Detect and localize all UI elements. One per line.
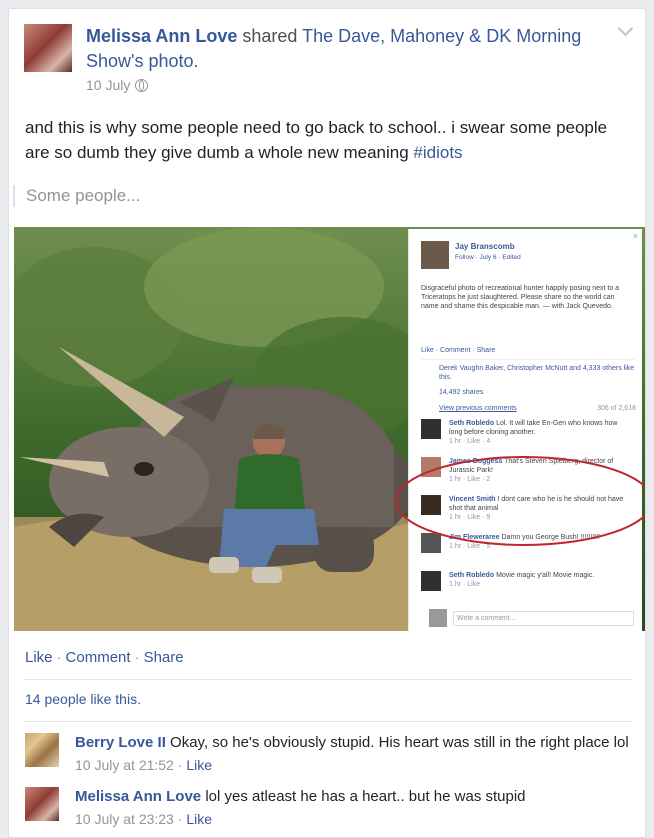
commenter-avatar[interactable]	[25, 733, 59, 767]
share-button[interactable]: Share	[144, 649, 184, 666]
shot-count: 306 of 2,618	[597, 405, 636, 412]
chevron-down-icon[interactable]	[617, 20, 634, 37]
post-date-text[interactable]: 10 July	[86, 77, 130, 93]
shot-view-previous: View previous comments	[439, 405, 517, 412]
post-header: Melissa Ann Love shared The Dave, Mahone…	[86, 24, 606, 74]
post-date: 10 July	[86, 77, 149, 93]
post-actions: Like · Comment · Share	[25, 649, 184, 666]
comment-text: Okay, so he's obviously stupid. His hear…	[170, 734, 629, 751]
poster-avatar	[421, 241, 449, 269]
close-icon: ×	[632, 231, 638, 241]
divider	[25, 679, 631, 680]
shot-actions: Like · Comment · Share	[421, 347, 496, 354]
globe-icon	[135, 79, 149, 92]
shared-photo[interactable]: × Jay Branscomb Follow · July 6 · Edited…	[14, 227, 645, 631]
shot-write-comment: Write a comment...	[453, 611, 634, 626]
poster-name: Jay Branscomb	[455, 242, 515, 251]
shot-likes: Derek Vaughn Baker, Christopher McNutt a…	[439, 365, 635, 381]
post-card: Melissa Ann Love shared The Dave, Mahone…	[8, 8, 646, 838]
hashtag-link[interactable]: #idiots	[413, 143, 462, 162]
like-button[interactable]: Like	[25, 649, 53, 666]
commenter-avatar[interactable]	[25, 787, 59, 821]
shared-verb: shared	[237, 26, 303, 46]
post-message: and this is why some people need to go b…	[25, 115, 615, 165]
author-link[interactable]: Melissa Ann Love	[86, 26, 237, 46]
shot-shares: 14,492 shares	[439, 389, 484, 396]
comment-author[interactable]: Melissa Ann Love	[75, 788, 201, 805]
embedded-facebook-screenshot: × Jay Branscomb Follow · July 6 · Edited…	[408, 229, 642, 631]
comment-like-button[interactable]: Like	[186, 757, 212, 773]
photo-link[interactable]: 's photo.	[131, 51, 198, 71]
likes-summary[interactable]: 14 people like this.	[25, 691, 141, 707]
comment-author[interactable]: Berry Love II	[75, 734, 166, 751]
comment-text: lol yes atleast he has a heart.. but he …	[205, 788, 526, 805]
poster-caption: Disgraceful photo of recreational hunter…	[421, 285, 620, 310]
comment-time[interactable]: 10 July at 23:23	[75, 811, 174, 827]
commenter-avatar	[429, 609, 447, 627]
comment-like-button[interactable]: Like	[186, 811, 212, 827]
author-avatar[interactable]	[24, 24, 72, 72]
post-message-text: and this is why some people need to go b…	[25, 118, 608, 162]
comment-button[interactable]: Comment	[66, 649, 131, 666]
comment-time[interactable]: 10 July at 21:52	[75, 757, 174, 773]
poster-follow: Follow · July 6 · Edited	[455, 254, 521, 261]
shared-quote: Some people...	[13, 185, 140, 207]
divider	[25, 721, 631, 722]
